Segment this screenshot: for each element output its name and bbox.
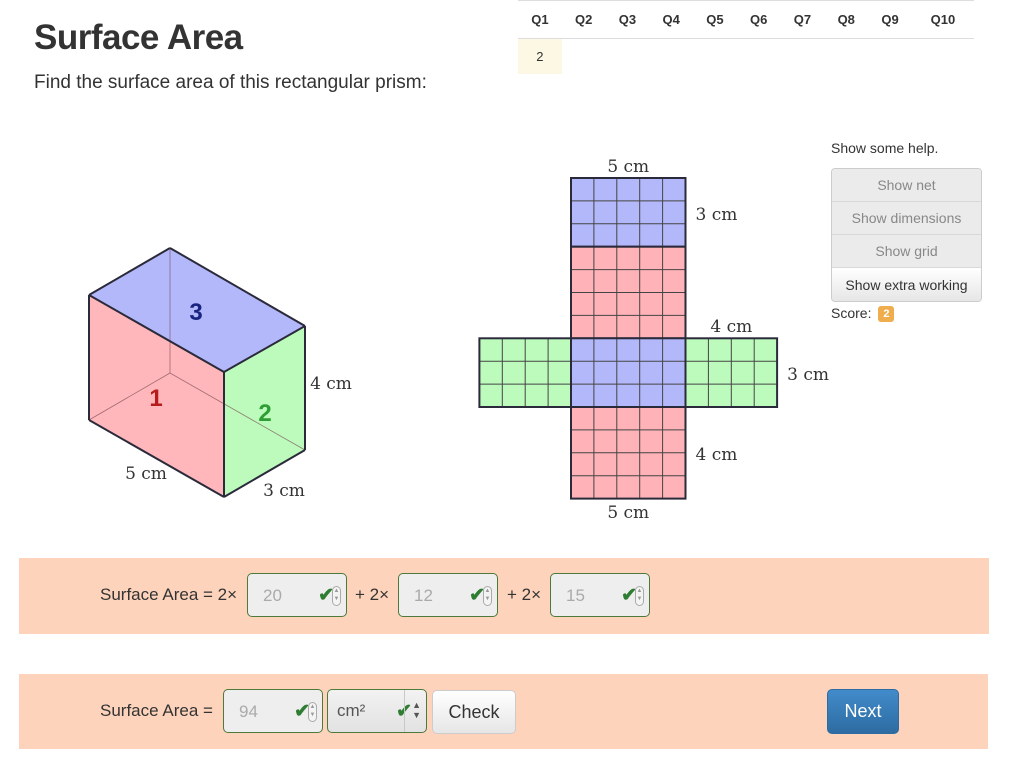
surface-area-input[interactable]: 94 ✔ ▲ ▼ — [223, 689, 323, 733]
spinner-icon[interactable]: ▲ ▼ — [483, 586, 492, 606]
working-label: Surface Area = 2× — [100, 585, 238, 604]
height-label: 4 cm — [310, 374, 352, 394]
score: Score: 2 — [831, 305, 982, 322]
show-net-button[interactable]: Show net — [832, 169, 981, 202]
face-label-side: 2 — [258, 400, 271, 427]
net-bottom — [570, 337, 687, 408]
next-button[interactable]: Next — [827, 689, 899, 734]
net-top-height-label: 3 cm — [696, 205, 738, 225]
net-top — [570, 177, 687, 248]
face-label-top: 3 — [189, 299, 202, 326]
face1-area-value: 20 — [263, 586, 282, 605]
plus-label: + 2× — [507, 585, 542, 604]
score-badge: 2 — [878, 306, 895, 322]
prism-3d: 3 1 2 5 cm 3 cm 4 cm — [88, 247, 352, 501]
net-right-side — [684, 337, 779, 408]
unit-select[interactable]: cm² ✔ ▲▼ — [327, 689, 427, 733]
plus-label: + 2× — [355, 585, 390, 604]
spinner-icon[interactable]: ▲ ▼ — [308, 702, 317, 722]
help-label: Show some help. — [831, 140, 939, 156]
spinner-icon[interactable]: ▲ ▼ — [332, 586, 341, 606]
width-label: 3 cm — [263, 481, 305, 501]
net-top-width-label: 5 cm — [607, 157, 649, 177]
check-button[interactable]: Check — [432, 690, 516, 734]
face3-area-value: 15 — [566, 586, 585, 605]
surface-area-value: 94 — [239, 702, 258, 721]
face-label-front: 1 — [149, 385, 162, 412]
net-left-side — [478, 337, 572, 408]
face1-area-input[interactable]: 20 ✔ ▲ ▼ — [247, 573, 347, 617]
spinner-icon[interactable]: ▲ ▼ — [635, 586, 644, 606]
unit-value: cm² — [337, 701, 366, 720]
net-front — [570, 245, 687, 340]
length-label: 5 cm — [125, 464, 167, 484]
net-top-fill — [571, 178, 686, 247]
net-back — [570, 406, 687, 500]
face3-area-input[interactable]: 15 ✔ ▲ ▼ — [550, 573, 650, 617]
show-grid-button[interactable]: Show grid — [832, 235, 981, 268]
show-dimensions-button[interactable]: Show dimensions — [832, 202, 981, 235]
show-extra-working-button[interactable]: Show extra working — [832, 268, 981, 301]
net-bottom-height-label: 4 cm — [696, 445, 738, 465]
net-side-width-label: 4 cm — [710, 317, 752, 337]
help-button-group: Show net Show dimensions Show grid Show … — [831, 168, 982, 302]
net-bottom-width-label: 5 cm — [607, 503, 649, 523]
answer-label: Surface Area = — [100, 701, 213, 720]
help-panel: Show some help. Show net Show dimensions… — [831, 140, 982, 322]
score-label: Score: — [831, 305, 872, 321]
select-arrows-icon: ▲ ▼ — [412, 700, 421, 720]
prism-net: 5 cm 3 cm 4 cm 3 cm 4 cm 5 cm — [478, 157, 829, 523]
net-bottom-fill — [571, 338, 686, 407]
net-side-height-label: 3 cm — [787, 365, 829, 385]
face2-area-input[interactable]: 12 ✔ ▲ ▼ — [398, 573, 498, 617]
face2-area-value: 12 — [414, 586, 433, 605]
